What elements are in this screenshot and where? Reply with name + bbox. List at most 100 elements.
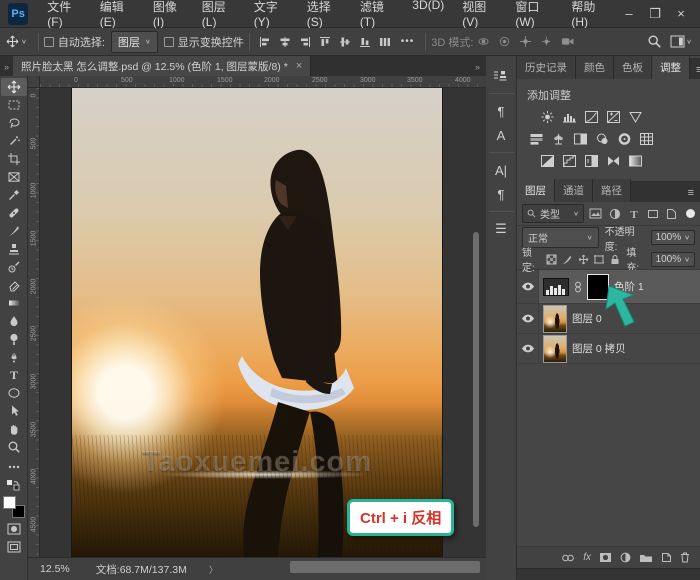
hand-tool[interactable] bbox=[1, 420, 27, 438]
document-tab[interactable]: 照片脸太黑 怎么调整.psd @ 12.5% (色阶 1, 图层蒙版/8) * … bbox=[13, 56, 311, 76]
dodge-tool[interactable] bbox=[1, 330, 27, 348]
gradient-map-icon[interactable] bbox=[605, 153, 622, 168]
brush-tool[interactable] bbox=[1, 222, 27, 240]
channel-mixer-icon[interactable] bbox=[616, 131, 633, 146]
photoshop-logo-icon[interactable]: Ps bbox=[8, 3, 28, 25]
gradient-tool[interactable] bbox=[1, 294, 27, 312]
maximize-button[interactable]: ❐ bbox=[642, 6, 668, 22]
tab-channels[interactable]: 通道 bbox=[555, 179, 593, 202]
tab-color[interactable]: 颜色 bbox=[576, 56, 614, 79]
properties-panel-icon[interactable]: ☰ bbox=[488, 217, 514, 241]
panel-menu-icon[interactable]: ≡ bbox=[682, 187, 700, 202]
layer-row-copy[interactable]: 图层 0 拷贝 bbox=[517, 334, 700, 364]
canvas-vertical-scrollbar[interactable] bbox=[473, 232, 479, 527]
align-h-centers-icon[interactable] bbox=[275, 36, 295, 48]
clone-stamp-tool[interactable] bbox=[1, 240, 27, 258]
align-left-edges-icon[interactable] bbox=[255, 36, 275, 48]
distribute-h-icon[interactable] bbox=[375, 36, 395, 48]
layer-thumbnail[interactable] bbox=[543, 305, 567, 333]
posterize-icon[interactable] bbox=[561, 153, 578, 168]
visibility-eye-icon[interactable] bbox=[517, 304, 539, 333]
visibility-eye-icon[interactable] bbox=[517, 334, 539, 363]
foreground-color-swatch[interactable] bbox=[3, 496, 16, 509]
healing-brush-tool[interactable] bbox=[1, 204, 27, 222]
tab-paths[interactable]: 路径 bbox=[593, 179, 631, 202]
zoom-level-field[interactable]: 12.5% bbox=[40, 563, 70, 575]
3d-roll-icon[interactable] bbox=[494, 35, 515, 48]
blur-tool[interactable] bbox=[1, 312, 27, 330]
marquee-tool[interactable] bbox=[1, 96, 27, 114]
path-selection-tool[interactable] bbox=[1, 402, 27, 420]
zoom-tool[interactable] bbox=[1, 438, 27, 456]
frame-tool[interactable] bbox=[1, 168, 27, 186]
hue-saturation-icon[interactable] bbox=[528, 131, 545, 146]
document-canvas[interactable]: Taoxuemei.com bbox=[72, 88, 442, 557]
tab-overflow-icon[interactable]: » bbox=[471, 62, 486, 76]
new-group-icon[interactable] bbox=[639, 553, 653, 563]
screen-mode-button[interactable] bbox=[1, 538, 27, 556]
filter-pixel-layers-icon[interactable] bbox=[588, 206, 603, 221]
lock-artboard-icon[interactable] bbox=[593, 253, 605, 266]
auto-select-checkbox[interactable] bbox=[44, 37, 54, 47]
layer-thumbnail[interactable] bbox=[543, 335, 567, 363]
eraser-tool[interactable] bbox=[1, 276, 27, 294]
canvas-horizontal-scrollbar[interactable] bbox=[290, 561, 480, 573]
filter-toggle-icon[interactable] bbox=[686, 209, 695, 218]
fill-field[interactable]: 100% ∨ bbox=[651, 252, 695, 267]
visibility-eye-icon[interactable] bbox=[517, 270, 539, 303]
lock-all-icon[interactable] bbox=[609, 253, 621, 266]
more-alignment-options-icon[interactable]: ••• bbox=[395, 36, 421, 47]
3d-camera-icon[interactable] bbox=[557, 35, 578, 48]
type-tool[interactable]: T bbox=[1, 366, 27, 384]
crop-tool[interactable] bbox=[1, 150, 27, 168]
pen-tool[interactable] bbox=[1, 348, 27, 366]
align-top-edges-icon[interactable] bbox=[315, 36, 335, 48]
shape-tool[interactable] bbox=[1, 384, 27, 402]
foreground-background-swatches[interactable] bbox=[3, 496, 25, 518]
active-tool-badge[interactable]: ∨ bbox=[0, 35, 33, 48]
link-layers-icon[interactable] bbox=[561, 554, 575, 562]
lock-pixels-icon[interactable] bbox=[562, 253, 574, 266]
align-bottom-edges-icon[interactable] bbox=[355, 36, 375, 48]
3d-rotate-icon[interactable] bbox=[473, 35, 494, 48]
photo-filter-icon[interactable] bbox=[594, 131, 611, 146]
color-lookup-icon[interactable] bbox=[638, 131, 655, 146]
layer-filter-type-dropdown[interactable]: 类型 ∨ bbox=[522, 204, 584, 223]
quick-mask-button[interactable] bbox=[1, 520, 27, 538]
add-layer-mask-icon[interactable] bbox=[599, 552, 612, 563]
levels-adjustment-thumbnail[interactable] bbox=[543, 278, 569, 296]
filter-type-layers-icon[interactable]: T bbox=[626, 206, 641, 221]
vibrance-icon[interactable] bbox=[627, 109, 644, 124]
tab-history[interactable]: 历史记录 bbox=[517, 56, 576, 79]
align-v-centers-icon[interactable] bbox=[335, 36, 355, 48]
selective-color-icon[interactable] bbox=[627, 153, 644, 168]
layer-style-icon[interactable]: fx bbox=[583, 552, 591, 563]
levels-icon[interactable] bbox=[561, 109, 578, 124]
quick-selection-tool[interactable] bbox=[1, 132, 27, 150]
minimize-button[interactable]: – bbox=[616, 6, 642, 21]
panel-menu-icon[interactable]: ≡ bbox=[690, 64, 700, 79]
3d-slide-icon[interactable] bbox=[536, 35, 557, 48]
delete-layer-icon[interactable] bbox=[680, 552, 690, 563]
filter-smart-objects-icon[interactable] bbox=[664, 206, 679, 221]
character-panel-icon[interactable]: A| bbox=[488, 158, 514, 182]
show-transform-checkbox[interactable] bbox=[164, 37, 174, 47]
tab-close-icon[interactable]: × bbox=[296, 60, 302, 72]
move-tool[interactable] bbox=[1, 78, 27, 96]
history-brush-tool[interactable] bbox=[1, 258, 27, 276]
eyedropper-tool[interactable] bbox=[1, 186, 27, 204]
exposure-icon[interactable] bbox=[605, 109, 622, 124]
paragraph-styles-panel-icon[interactable]: ¶ bbox=[488, 99, 514, 123]
invert-icon[interactable] bbox=[539, 153, 556, 168]
curves-icon[interactable] bbox=[583, 109, 600, 124]
lasso-tool[interactable] bbox=[1, 114, 27, 132]
layer-row-content[interactable]: 图层 0 拷贝 bbox=[539, 334, 700, 363]
brightness-contrast-icon[interactable] bbox=[539, 109, 556, 124]
color-balance-icon[interactable] bbox=[550, 131, 567, 146]
lock-transparency-icon[interactable] bbox=[546, 253, 558, 266]
new-adjustment-layer-icon[interactable] bbox=[620, 552, 631, 563]
clone-source-panel-icon[interactable] bbox=[488, 64, 514, 88]
tab-adjustments[interactable]: 调整 bbox=[652, 56, 690, 79]
opacity-field[interactable]: 100% ∨ bbox=[651, 230, 695, 245]
align-right-edges-icon[interactable] bbox=[295, 36, 315, 48]
